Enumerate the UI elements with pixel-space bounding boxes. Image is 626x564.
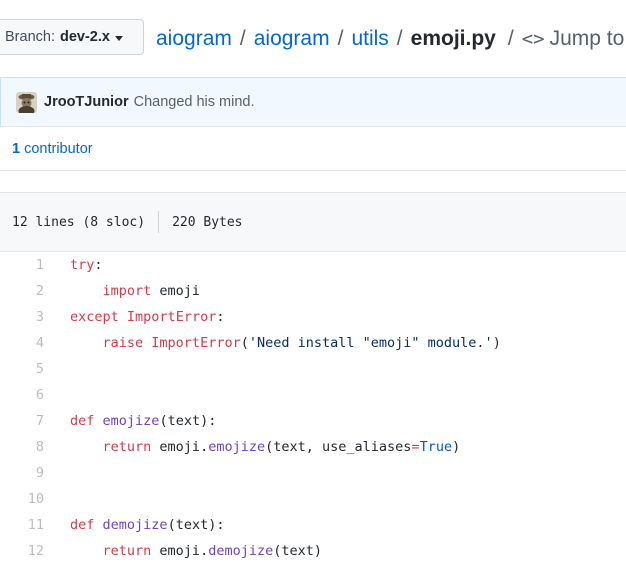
line-number[interactable]: 5 [0, 361, 44, 377]
line-number[interactable]: 1 [0, 257, 44, 273]
line-number[interactable]: 11 [0, 517, 44, 533]
code-token: emoji. [151, 543, 209, 559]
code-icon: <> [521, 28, 545, 50]
code-content: return emoji.emojize(text, use_aliases=T… [44, 439, 461, 455]
branch-select-button[interactable]: Branch: dev-2.x [0, 19, 144, 55]
code-content: except ImportError: [44, 309, 224, 325]
contributors-bar: 1 contributor [0, 126, 626, 171]
code-token: return [102, 543, 152, 559]
code-token: ( [240, 335, 249, 351]
code-token: try [70, 257, 95, 273]
line-number[interactable]: 8 [0, 439, 44, 455]
line-number[interactable]: 6 [0, 387, 44, 403]
latest-commit-box: JrooTJunior Changed his mind. [0, 77, 626, 126]
code-token: : [216, 309, 225, 325]
code-token: (text, use_aliases [265, 439, 412, 455]
file-info-header: 12 lines (8 sloc) 220 Bytes [0, 192, 626, 252]
code-token: : [94, 257, 103, 273]
code-token: emoji. [151, 439, 209, 455]
code-content: def demojize(text): [44, 517, 224, 533]
breadcrumb-separator: / [239, 27, 246, 50]
code-token: = [411, 439, 420, 455]
code-token: ImportError [151, 335, 241, 351]
breadcrumb-separator: / [396, 27, 403, 50]
code-token: def [70, 517, 95, 533]
breadcrumb-separator: / [337, 27, 344, 50]
code-token: return [102, 439, 152, 455]
line-number[interactable]: 3 [0, 309, 44, 325]
branch-name: dev-2.x [59, 29, 110, 45]
code-content: try: [44, 257, 103, 273]
line-number[interactable]: 2 [0, 283, 44, 299]
code-line: 12 return emoji.demojize(text) [0, 538, 626, 564]
code-line: 6 [0, 382, 626, 408]
line-number[interactable]: 7 [0, 413, 44, 429]
code-token: ) [492, 335, 501, 351]
code-line: 3 except ImportError: [0, 304, 626, 330]
breadcrumb-repo-link[interactable]: aiogram [156, 27, 232, 51]
code-line: 11 def demojize(text): [0, 512, 626, 538]
jump-to-dropdown[interactable]: <> Jump to [522, 27, 626, 51]
commit-author-link[interactable]: JrooTJunior [44, 94, 129, 110]
code-token: demojize [102, 517, 168, 533]
code-token: (text) [273, 543, 323, 559]
breadcrumb: aiogram / aiogram / utils / emoji.py / <… [156, 24, 626, 54]
line-number[interactable]: 4 [0, 335, 44, 351]
code-view: 1 try: 2 import emoji 3 except ImportError: 4… [0, 252, 626, 564]
code-token: raise [102, 335, 144, 351]
code-line: 4 raise ImportError('Need install "emoji… [0, 330, 626, 356]
code-content: raise ImportError('Need install "emoji" … [44, 335, 501, 351]
code-token: emojize [208, 439, 266, 455]
line-number[interactable]: 9 [0, 465, 44, 481]
code-line: 1 try: [0, 252, 626, 278]
code-line: 9 [0, 460, 626, 486]
breadcrumb-separator: / [507, 27, 514, 50]
code-content: def emojize(text): [44, 413, 216, 429]
chevron-down-icon [114, 35, 123, 41]
divider [158, 211, 160, 233]
line-number[interactable]: 12 [0, 543, 44, 559]
line-number[interactable]: 10 [0, 491, 44, 507]
code-line: 10 [0, 486, 626, 512]
breadcrumb-dir-link[interactable]: utils [351, 27, 388, 51]
breadcrumb-file-name: emoji.py [410, 27, 496, 50]
code-line: 5 [0, 356, 626, 382]
code-content: import emoji [44, 283, 201, 299]
code-token: (text): [167, 517, 225, 533]
avatar[interactable] [16, 91, 37, 113]
file-size: 220 Bytes [172, 214, 243, 230]
code-token: demojize [208, 543, 274, 559]
code-token: ImportError [126, 309, 217, 325]
jump-to-label: Jump to [549, 27, 625, 50]
file-line-count: 12 lines (8 sloc) [12, 214, 146, 230]
code-token: emojize [102, 413, 160, 429]
code-token: ) [452, 439, 461, 455]
code-token: def [70, 413, 95, 429]
code-line: 2 import emoji [0, 278, 626, 304]
code-token: emoji [151, 283, 201, 299]
commit-message[interactable]: Changed his mind. [134, 94, 255, 110]
breadcrumb-dir-link[interactable]: aiogram [254, 27, 330, 51]
code-token: True [419, 439, 453, 455]
code-token: import [102, 283, 152, 299]
contributors-link[interactable]: 1 contributor [12, 141, 93, 157]
code-line: 8 return emoji.emojize(text, use_aliases… [0, 434, 626, 460]
code-token: except [70, 309, 119, 325]
code-token: (text): [159, 413, 217, 429]
branch-label: Branch: [5, 29, 55, 45]
contributors-label: contributor [24, 140, 93, 157]
code-token: 'Need install "emoji" module.' [248, 335, 493, 351]
contributors-count: 1 [12, 140, 21, 157]
code-content: return emoji.demojize(text) [44, 543, 323, 559]
file-navigation: Branch: dev-2.x aiogram / aiogram / util… [0, 0, 626, 78]
code-line: 7 def emojize(text): [0, 408, 626, 434]
